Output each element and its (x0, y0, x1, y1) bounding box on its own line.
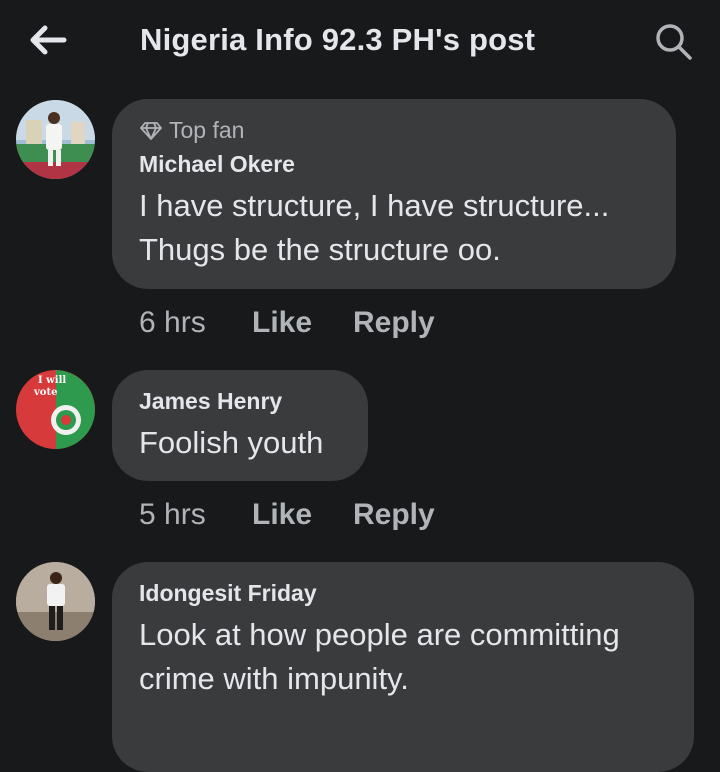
arrow-left-icon (30, 25, 67, 55)
like-button[interactable]: Like (252, 498, 353, 532)
avatar-text: I will (38, 375, 66, 386)
avatar[interactable] (16, 100, 95, 179)
avatar[interactable] (16, 562, 95, 641)
comment-author[interactable]: Michael Okere (139, 151, 295, 178)
badge-label: Top fan (169, 117, 245, 143)
comment-timestamp[interactable]: 5 hrs (139, 498, 252, 532)
comment-text-line: I have structure, I have structure... (139, 188, 610, 223)
comment-text-line: Thugs be the structure oo. (139, 232, 501, 267)
comment-author[interactable]: James Henry (139, 388, 282, 415)
comment-bubble[interactable]: Top fan Michael Okere I have structure, … (112, 99, 676, 289)
avatar-text: vote (33, 387, 57, 398)
top-fan-badge: Top fan (139, 117, 244, 144)
search-button[interactable] (650, 18, 698, 66)
comment-text-line: crime with impunity. (139, 661, 409, 696)
comment-bubble[interactable]: Idongesit Friday Look at how people are … (112, 562, 694, 772)
comment-actions: 5 hrs Like Reply (139, 498, 435, 532)
avatar-photo (16, 562, 95, 641)
page-title: Nigeria Info 92.3 PH's post (140, 22, 536, 57)
comment-text-line: Look at how people are committing (139, 617, 620, 652)
comment-author[interactable]: Idongesit Friday (139, 580, 317, 607)
reply-button[interactable]: Reply (353, 306, 435, 340)
avatar-photo (16, 100, 95, 179)
top-bar: Nigeria Info 92.3 PH's post (0, 0, 720, 84)
diamond-icon (140, 121, 162, 140)
comment-bubble[interactable]: James Henry Foolish youth (112, 370, 368, 481)
reply-button[interactable]: Reply (353, 498, 435, 532)
like-button[interactable]: Like (252, 306, 353, 340)
comment-actions: 6 hrs Like Reply (139, 306, 435, 340)
search-icon (656, 24, 692, 60)
avatar[interactable]: I will vote (16, 370, 95, 449)
back-button[interactable] (24, 20, 72, 60)
avatar-photo: I will vote (16, 370, 95, 449)
comment-timestamp[interactable]: 6 hrs (139, 306, 252, 340)
comment-text-line: Foolish youth (139, 425, 324, 460)
